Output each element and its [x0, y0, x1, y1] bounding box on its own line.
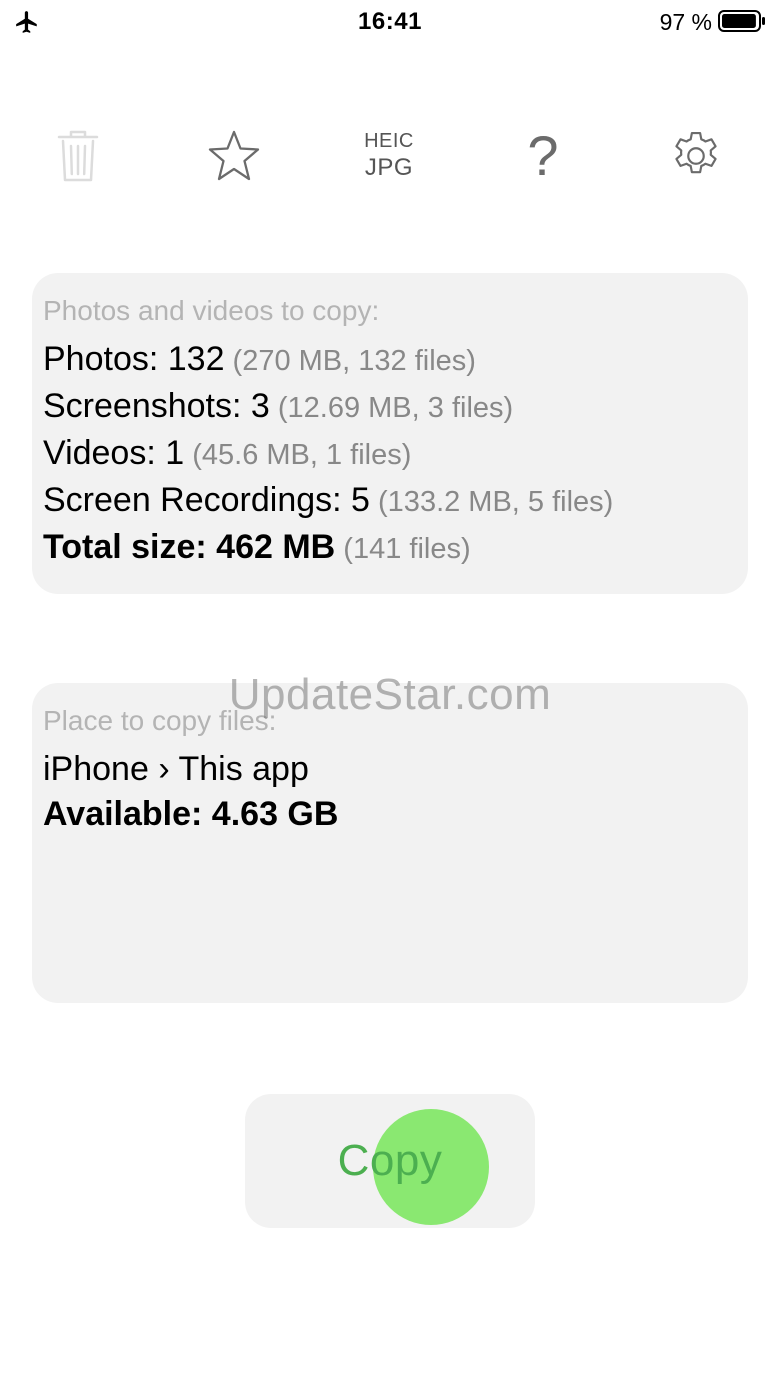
- status-bar: 16:41 97 %: [0, 0, 780, 44]
- row-meta: (133.2 MB, 5 files): [369, 486, 614, 518]
- row-meta: (270 MB, 132 files): [224, 345, 476, 377]
- row-value: 5: [351, 481, 370, 519]
- source-row-screen-recordings: Screen Recordings: 5 (133.2 MB, 5 files): [43, 478, 737, 525]
- total-meta: (141 files): [335, 533, 471, 565]
- copy-button-label: Copy: [337, 1136, 443, 1185]
- row-value: 3: [250, 387, 270, 425]
- destination-card[interactable]: Place to copy files: iPhone › This app A…: [32, 683, 748, 1003]
- row-label: Screen Recordings:: [43, 481, 352, 519]
- row-label: Photos:: [43, 340, 168, 378]
- total-label: Total size:: [43, 528, 217, 566]
- format-target-label: JPG: [364, 154, 414, 181]
- battery-percent: 97 %: [659, 9, 712, 35]
- source-row-total: Total size: 462 MB (141 files): [43, 525, 737, 572]
- trash-icon: [57, 130, 99, 182]
- battery-icon: [718, 10, 765, 32]
- row-value: 1: [165, 434, 185, 472]
- settings-button[interactable]: [658, 120, 734, 192]
- favorites-button[interactable]: [196, 120, 272, 192]
- toolbar: HEIC JPG ?: [0, 120, 780, 192]
- row-meta: (45.6 MB, 1 files): [184, 439, 412, 471]
- format-source-label: HEIC: [364, 130, 414, 152]
- source-row-screenshots: Screenshots: 3 (12.69 MB, 3 files): [43, 384, 737, 431]
- row-meta: (12.69 MB, 3 files): [269, 392, 514, 424]
- copy-button[interactable]: Copy: [245, 1094, 535, 1228]
- sources-heading: Photos and videos to copy:: [43, 295, 380, 326]
- gear-icon: [675, 131, 717, 174]
- source-row-photos: Photos: 132 (270 MB, 132 files): [43, 337, 737, 384]
- source-row-videos: Videos: 1 (45.6 MB, 1 files): [43, 431, 737, 478]
- row-value: 132: [167, 340, 225, 378]
- star-icon: [208, 130, 260, 181]
- format-toggle-button[interactable]: HEIC JPG: [351, 120, 427, 192]
- help-button[interactable]: ?: [505, 120, 581, 192]
- destination-available: Available: 4.63 GB: [43, 795, 339, 833]
- destination-path: iPhone › This app: [43, 750, 309, 788]
- watermark: UpdateStar.com: [228, 670, 552, 719]
- row-label: Screenshots:: [43, 387, 251, 425]
- question-mark-icon: ?: [527, 124, 559, 187]
- row-label: Videos:: [43, 434, 166, 472]
- delete-button[interactable]: [40, 120, 116, 192]
- sources-card[interactable]: Photos and videos to copy: Photos: 132 (…: [32, 273, 748, 594]
- total-value: 462 MB: [216, 528, 336, 566]
